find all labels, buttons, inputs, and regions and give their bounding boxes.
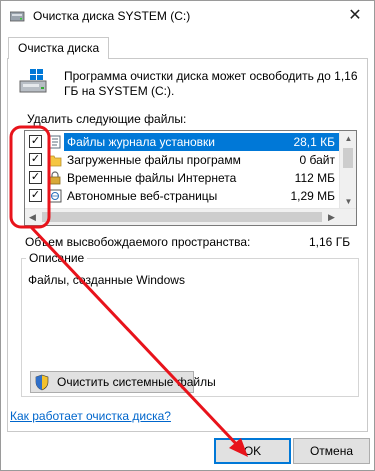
list-item[interactable]: ✓ Загруженные файлы программ 0 байт [25, 151, 339, 169]
disk-cleanup-dialog: Очистка диска SYSTEM (C:) ✕ Очистка диск… [0, 0, 375, 471]
shield-icon [35, 374, 49, 391]
checkbox[interactable]: ✓ [29, 153, 42, 166]
drive-icon [19, 69, 47, 93]
files-list[interactable]: ✓ Файлы журнала установки 28,1 КБ ✓ Загр… [24, 130, 357, 226]
disk-cleanup-icon [10, 11, 25, 22]
web-page-icon [48, 189, 62, 203]
scroll-down-icon[interactable]: ▼ [340, 194, 356, 209]
scroll-left-icon[interactable]: ◀ [25, 209, 40, 225]
close-button[interactable]: ✕ [346, 7, 364, 25]
folder-icon [48, 155, 62, 167]
scroll-up-icon[interactable]: ▲ [340, 131, 356, 146]
space-value: 1,16 ГБ [309, 235, 351, 249]
checkbox[interactable]: ✓ [29, 189, 42, 202]
item-size: 28,1 КБ [293, 135, 335, 149]
log-file-icon [49, 135, 61, 149]
item-name: Временные файлы Интернета [67, 171, 237, 185]
ok-button[interactable]: OK [214, 438, 291, 464]
scroll-thumb[interactable] [42, 212, 322, 222]
files-label: Удалить следующие файлы: [27, 112, 187, 126]
space-label: Объем высвобождаемого пространства: [25, 235, 251, 249]
item-name: Файлы журнала установки [64, 133, 240, 151]
list-item[interactable]: ✓ Автономные веб-страницы 1,29 МБ [25, 187, 339, 205]
item-size: 1,29 МБ [290, 189, 335, 203]
list-item[interactable]: ✓ Файлы журнала установки 28,1 КБ [25, 133, 339, 151]
horizontal-scrollbar[interactable]: ◀ ▶ [25, 208, 356, 225]
clean-system-files-button[interactable]: Очистить системные файлы [30, 371, 216, 393]
close-icon: ✕ [348, 7, 362, 24]
vertical-scrollbar[interactable]: ▲ ▼ [339, 131, 356, 209]
window-title: Очистка диска SYSTEM (C:) [33, 9, 191, 23]
item-size: 112 МБ [294, 171, 335, 185]
lock-icon [49, 171, 61, 185]
cancel-button[interactable]: Отмена [293, 438, 370, 464]
description-title: Описание [26, 251, 88, 265]
scroll-right-icon[interactable]: ▶ [324, 209, 339, 225]
checkbox[interactable]: ✓ [29, 171, 42, 184]
item-name: Загруженные файлы программ [67, 153, 241, 167]
title-bar[interactable]: Очистка диска SYSTEM (C:) ✕ [1, 1, 374, 32]
tab-disk-cleanup[interactable]: Очистка диска [8, 37, 110, 59]
item-name: Автономные веб-страницы [67, 189, 218, 203]
checkbox[interactable]: ✓ [29, 135, 42, 148]
list-item[interactable]: ✓ Временные файлы Интернета 112 МБ [25, 169, 339, 187]
item-size: 0 байт [299, 153, 335, 167]
description-text: Файлы, созданные Windows [28, 273, 185, 287]
intro-text: Программа очистки диска может освободить… [64, 69, 358, 98]
scroll-thumb[interactable] [343, 148, 353, 168]
help-link[interactable]: Как работает очистка диска? [10, 409, 171, 423]
